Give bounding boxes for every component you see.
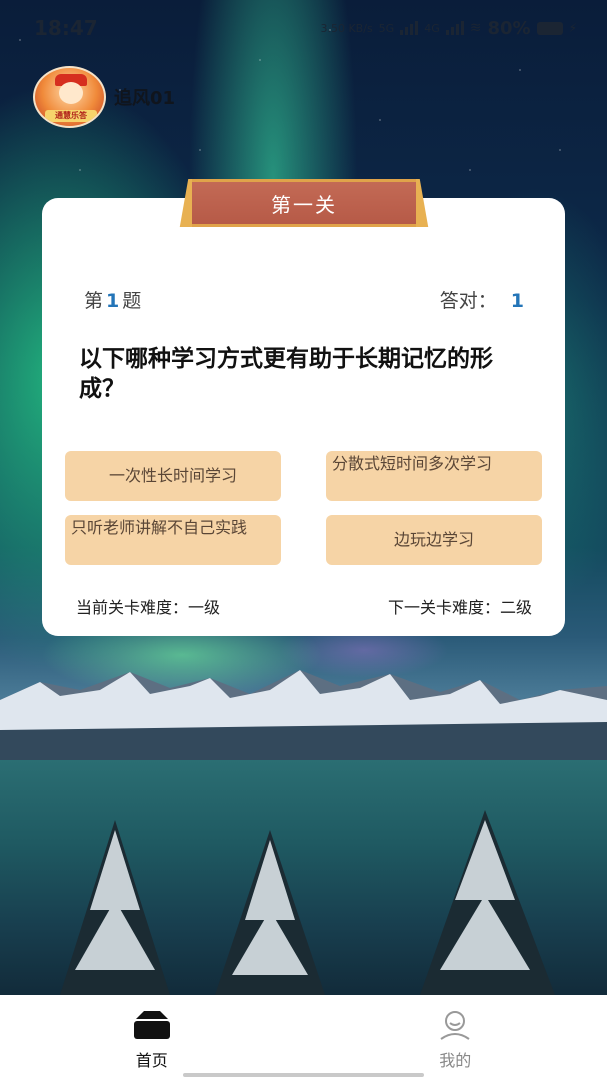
signal-icon (400, 21, 419, 35)
bottom-nav: 首页 我的 (0, 995, 607, 1080)
signal-icon (445, 21, 464, 35)
nav-label-home: 首页 (135, 1051, 168, 1070)
banner-ribbon: 第一关 (192, 179, 416, 227)
question-suffix: 题 (122, 290, 142, 312)
status-bar: 18:47 3.50 KB/s 5G 4G ≋ 80% ⚡ (0, 0, 607, 56)
question-index: 第1题 (84, 286, 141, 313)
snowy-trees (60, 810, 555, 995)
nav-item-home[interactable]: 首页 (0, 995, 304, 1080)
signal-4g-label: 4G (424, 21, 440, 35)
avatar-face-shape (59, 82, 83, 104)
correct-label: 答对： (439, 290, 497, 312)
current-difficulty: 当前关卡难度：一级 (76, 598, 221, 617)
question-prefix: 第 (84, 290, 104, 312)
option-c-button[interactable]: 只听老师讲解不自己实践 (65, 515, 281, 565)
signal-5g-label: 5G (378, 21, 395, 35)
next-difficulty: 下一关卡难度：二级 (387, 598, 532, 617)
wifi-icon: ≋ (469, 20, 482, 36)
battery-icon (536, 21, 563, 35)
username: 追风01 (114, 88, 176, 109)
network-speed: 3.50 KB/s (320, 21, 373, 35)
battery-percent: 80% (487, 17, 531, 39)
status-time: 18:47 (34, 16, 98, 40)
option-b-button[interactable]: 分散式短时间多次学习 (326, 451, 542, 501)
question-text: 以下哪种学习方式更有助于长期记忆的形成？ (79, 346, 493, 402)
correct-value: 1 (510, 290, 524, 312)
option-d-button[interactable]: 边玩边学习 (326, 515, 542, 565)
home-icon (133, 1011, 170, 1039)
nav-item-mine[interactable]: 我的 (304, 995, 607, 1080)
quiz-card (42, 198, 565, 636)
nav-label-mine: 我的 (439, 1051, 472, 1070)
difficulty-row: 当前关卡难度：一级 下一关卡难度：二级 (76, 594, 532, 618)
user-icon (440, 1011, 470, 1040)
question-number: 1 (106, 290, 120, 312)
home-indicator (183, 1073, 424, 1077)
option-a-button[interactable]: 一次性长时间学习 (65, 451, 281, 501)
charging-icon: ⚡ (568, 21, 577, 35)
user-header: 通慧乐答 追风01 (33, 66, 175, 128)
avatar[interactable]: 通慧乐答 (33, 66, 106, 128)
level-banner: 第一关 (179, 179, 429, 227)
question-meta: 第1题 答对： 1 (84, 286, 524, 313)
avatar-logo-text: 通慧乐答 (45, 110, 97, 122)
status-indicators: 3.50 KB/s 5G 4G ≋ 80% ⚡ (320, 18, 577, 39)
correct-count: 答对： 1 (440, 286, 524, 313)
level-title: 第一关 (271, 192, 337, 217)
